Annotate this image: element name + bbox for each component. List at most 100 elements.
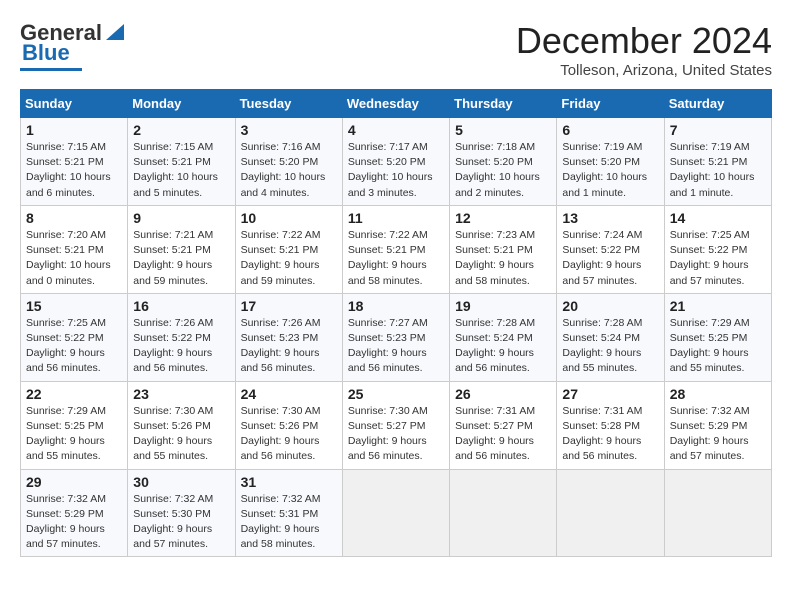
calendar-cell: 9 Sunrise: 7:21 AM Sunset: 5:21 PM Dayli… [128, 205, 235, 293]
calendar-cell: 11 Sunrise: 7:22 AM Sunset: 5:21 PM Dayl… [342, 205, 449, 293]
calendar-cell: 14 Sunrise: 7:25 AM Sunset: 5:22 PM Dayl… [664, 205, 771, 293]
logo-blue-text: Blue [22, 40, 70, 66]
week-row-3: 15 Sunrise: 7:25 AM Sunset: 5:22 PM Dayl… [21, 293, 772, 381]
day-number: 30 [133, 474, 229, 490]
calendar-cell: 18 Sunrise: 7:27 AM Sunset: 5:23 PM Dayl… [342, 293, 449, 381]
day-info: Sunrise: 7:24 AM Sunset: 5:22 PM Dayligh… [562, 228, 658, 289]
day-number: 14 [670, 210, 766, 226]
calendar-cell: 20 Sunrise: 7:28 AM Sunset: 5:24 PM Dayl… [557, 293, 664, 381]
calendar-cell: 8 Sunrise: 7:20 AM Sunset: 5:21 PM Dayli… [21, 205, 128, 293]
day-info: Sunrise: 7:29 AM Sunset: 5:25 PM Dayligh… [26, 404, 122, 465]
header-row: SundayMondayTuesdayWednesdayThursdayFrid… [21, 90, 772, 118]
day-info: Sunrise: 7:29 AM Sunset: 5:25 PM Dayligh… [670, 316, 766, 377]
calendar-cell [664, 469, 771, 557]
calendar-cell: 21 Sunrise: 7:29 AM Sunset: 5:25 PM Dayl… [664, 293, 771, 381]
day-number: 19 [455, 298, 551, 314]
calendar-cell: 26 Sunrise: 7:31 AM Sunset: 5:27 PM Dayl… [450, 381, 557, 469]
calendar-cell [557, 469, 664, 557]
calendar-cell: 17 Sunrise: 7:26 AM Sunset: 5:23 PM Dayl… [235, 293, 342, 381]
day-info: Sunrise: 7:32 AM Sunset: 5:29 PM Dayligh… [670, 404, 766, 465]
day-number: 27 [562, 386, 658, 402]
day-info: Sunrise: 7:32 AM Sunset: 5:31 PM Dayligh… [241, 492, 337, 553]
calendar-cell: 31 Sunrise: 7:32 AM Sunset: 5:31 PM Dayl… [235, 469, 342, 557]
day-number: 3 [241, 122, 337, 138]
day-info: Sunrise: 7:23 AM Sunset: 5:21 PM Dayligh… [455, 228, 551, 289]
header-cell-sunday: Sunday [21, 90, 128, 118]
day-info: Sunrise: 7:19 AM Sunset: 5:21 PM Dayligh… [670, 140, 766, 201]
calendar-cell: 3 Sunrise: 7:16 AM Sunset: 5:20 PM Dayli… [235, 118, 342, 206]
calendar-cell: 19 Sunrise: 7:28 AM Sunset: 5:24 PM Dayl… [450, 293, 557, 381]
calendar-header: SundayMondayTuesdayWednesdayThursdayFrid… [21, 90, 772, 118]
day-info: Sunrise: 7:30 AM Sunset: 5:27 PM Dayligh… [348, 404, 444, 465]
logo-underline [20, 68, 82, 71]
day-number: 29 [26, 474, 122, 490]
calendar-cell: 22 Sunrise: 7:29 AM Sunset: 5:25 PM Dayl… [21, 381, 128, 469]
header-cell-thursday: Thursday [450, 90, 557, 118]
day-info: Sunrise: 7:22 AM Sunset: 5:21 PM Dayligh… [241, 228, 337, 289]
day-info: Sunrise: 7:26 AM Sunset: 5:22 PM Dayligh… [133, 316, 229, 377]
calendar-body: 1 Sunrise: 7:15 AM Sunset: 5:21 PM Dayli… [21, 118, 772, 557]
week-row-2: 8 Sunrise: 7:20 AM Sunset: 5:21 PM Dayli… [21, 205, 772, 293]
day-info: Sunrise: 7:26 AM Sunset: 5:23 PM Dayligh… [241, 316, 337, 377]
day-number: 9 [133, 210, 229, 226]
day-number: 10 [241, 210, 337, 226]
day-info: Sunrise: 7:18 AM Sunset: 5:20 PM Dayligh… [455, 140, 551, 201]
day-number: 15 [26, 298, 122, 314]
day-number: 1 [26, 122, 122, 138]
logo: General Blue [20, 20, 126, 71]
header-cell-monday: Monday [128, 90, 235, 118]
day-info: Sunrise: 7:15 AM Sunset: 5:21 PM Dayligh… [26, 140, 122, 201]
location-title: Tolleson, Arizona, United States [516, 62, 772, 79]
calendar-table: SundayMondayTuesdayWednesdayThursdayFrid… [20, 89, 772, 557]
day-number: 13 [562, 210, 658, 226]
header-cell-friday: Friday [557, 90, 664, 118]
day-number: 20 [562, 298, 658, 314]
day-number: 7 [670, 122, 766, 138]
day-number: 5 [455, 122, 551, 138]
day-info: Sunrise: 7:28 AM Sunset: 5:24 PM Dayligh… [562, 316, 658, 377]
calendar-cell: 10 Sunrise: 7:22 AM Sunset: 5:21 PM Dayl… [235, 205, 342, 293]
day-info: Sunrise: 7:31 AM Sunset: 5:28 PM Dayligh… [562, 404, 658, 465]
day-info: Sunrise: 7:32 AM Sunset: 5:30 PM Dayligh… [133, 492, 229, 553]
day-info: Sunrise: 7:22 AM Sunset: 5:21 PM Dayligh… [348, 228, 444, 289]
day-number: 23 [133, 386, 229, 402]
week-row-1: 1 Sunrise: 7:15 AM Sunset: 5:21 PM Dayli… [21, 118, 772, 206]
calendar-cell: 29 Sunrise: 7:32 AM Sunset: 5:29 PM Dayl… [21, 469, 128, 557]
calendar-cell: 23 Sunrise: 7:30 AM Sunset: 5:26 PM Dayl… [128, 381, 235, 469]
day-number: 21 [670, 298, 766, 314]
calendar-cell: 25 Sunrise: 7:30 AM Sunset: 5:27 PM Dayl… [342, 381, 449, 469]
day-info: Sunrise: 7:32 AM Sunset: 5:29 PM Dayligh… [26, 492, 122, 553]
month-title: December 2024 [516, 20, 772, 62]
day-number: 8 [26, 210, 122, 226]
day-number: 28 [670, 386, 766, 402]
day-info: Sunrise: 7:16 AM Sunset: 5:20 PM Dayligh… [241, 140, 337, 201]
calendar-cell: 2 Sunrise: 7:15 AM Sunset: 5:21 PM Dayli… [128, 118, 235, 206]
calendar-cell: 30 Sunrise: 7:32 AM Sunset: 5:30 PM Dayl… [128, 469, 235, 557]
calendar-cell: 1 Sunrise: 7:15 AM Sunset: 5:21 PM Dayli… [21, 118, 128, 206]
header: General Blue December 2024 Tolleson, Ari… [20, 20, 772, 79]
day-number: 26 [455, 386, 551, 402]
day-number: 31 [241, 474, 337, 490]
logo-arrow-icon [104, 20, 126, 42]
header-cell-wednesday: Wednesday [342, 90, 449, 118]
day-info: Sunrise: 7:15 AM Sunset: 5:21 PM Dayligh… [133, 140, 229, 201]
day-info: Sunrise: 7:31 AM Sunset: 5:27 PM Dayligh… [455, 404, 551, 465]
day-number: 25 [348, 386, 444, 402]
week-row-5: 29 Sunrise: 7:32 AM Sunset: 5:29 PM Dayl… [21, 469, 772, 557]
day-number: 12 [455, 210, 551, 226]
day-info: Sunrise: 7:30 AM Sunset: 5:26 PM Dayligh… [133, 404, 229, 465]
calendar-cell: 28 Sunrise: 7:32 AM Sunset: 5:29 PM Dayl… [664, 381, 771, 469]
day-info: Sunrise: 7:28 AM Sunset: 5:24 PM Dayligh… [455, 316, 551, 377]
calendar-cell: 27 Sunrise: 7:31 AM Sunset: 5:28 PM Dayl… [557, 381, 664, 469]
day-info: Sunrise: 7:20 AM Sunset: 5:21 PM Dayligh… [26, 228, 122, 289]
day-info: Sunrise: 7:25 AM Sunset: 5:22 PM Dayligh… [26, 316, 122, 377]
day-number: 2 [133, 122, 229, 138]
title-section: December 2024 Tolleson, Arizona, United … [516, 20, 772, 79]
calendar-cell: 13 Sunrise: 7:24 AM Sunset: 5:22 PM Dayl… [557, 205, 664, 293]
day-number: 4 [348, 122, 444, 138]
calendar-cell: 16 Sunrise: 7:26 AM Sunset: 5:22 PM Dayl… [128, 293, 235, 381]
calendar-cell: 6 Sunrise: 7:19 AM Sunset: 5:20 PM Dayli… [557, 118, 664, 206]
day-info: Sunrise: 7:17 AM Sunset: 5:20 PM Dayligh… [348, 140, 444, 201]
calendar-cell: 15 Sunrise: 7:25 AM Sunset: 5:22 PM Dayl… [21, 293, 128, 381]
day-number: 16 [133, 298, 229, 314]
